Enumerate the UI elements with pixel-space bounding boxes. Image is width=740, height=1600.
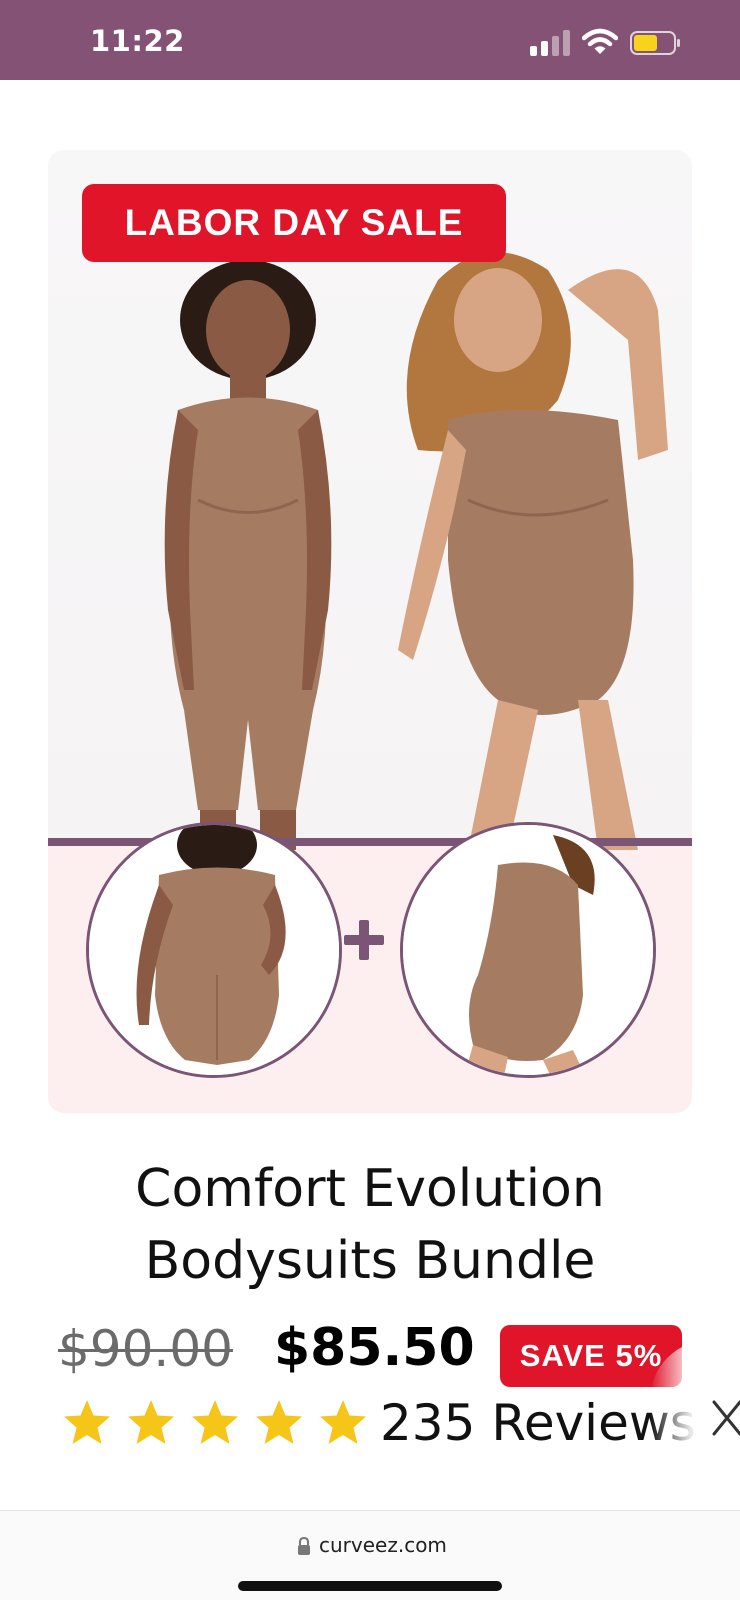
home-indicator[interactable] bbox=[238, 1581, 502, 1591]
star-icon bbox=[320, 1400, 366, 1444]
reviews-link[interactable]: 235 Reviews bbox=[380, 1394, 696, 1452]
star-icon bbox=[256, 1400, 302, 1444]
side-view-illustration bbox=[403, 825, 653, 1075]
model-left-illustration bbox=[164, 260, 332, 850]
side-view-circle bbox=[400, 822, 656, 1078]
wifi-icon bbox=[582, 28, 618, 54]
status-bar: 11:22 bbox=[0, 0, 740, 80]
sale-price: $85.50 bbox=[274, 1318, 475, 1378]
sale-banner-label: LABOR DAY SALE bbox=[124, 202, 464, 243]
product-title-line-1: Comfort Evolution bbox=[135, 1159, 605, 1219]
lock-icon bbox=[298, 1537, 310, 1555]
star-icon bbox=[64, 1400, 110, 1444]
rating-stars[interactable] bbox=[62, 1398, 368, 1448]
url-address[interactable]: curveez.com bbox=[319, 1533, 447, 1557]
sale-banner: LABOR DAY SALE bbox=[82, 184, 506, 262]
product-title-line-2: Bodysuits Bundle bbox=[144, 1231, 596, 1291]
star-icon bbox=[128, 1400, 174, 1444]
battery-icon bbox=[630, 31, 680, 55]
plus-icon bbox=[344, 920, 384, 960]
product-title: Comfort Evolution Bodysuits Bundle bbox=[0, 1153, 740, 1297]
status-time: 11:22 bbox=[90, 24, 185, 58]
close-icon[interactable] bbox=[710, 1398, 740, 1438]
star-icon bbox=[192, 1400, 238, 1444]
back-view-circle bbox=[86, 822, 342, 1078]
model-right-illustration bbox=[398, 252, 668, 850]
original-price: $90.00 bbox=[58, 1320, 233, 1378]
product-image[interactable]: LABOR DAY SALE bbox=[48, 150, 692, 1113]
browser-bottom-bar: curveez.com bbox=[0, 1510, 740, 1600]
back-view-illustration bbox=[89, 825, 339, 1075]
cellular-signal-icon bbox=[530, 30, 570, 56]
